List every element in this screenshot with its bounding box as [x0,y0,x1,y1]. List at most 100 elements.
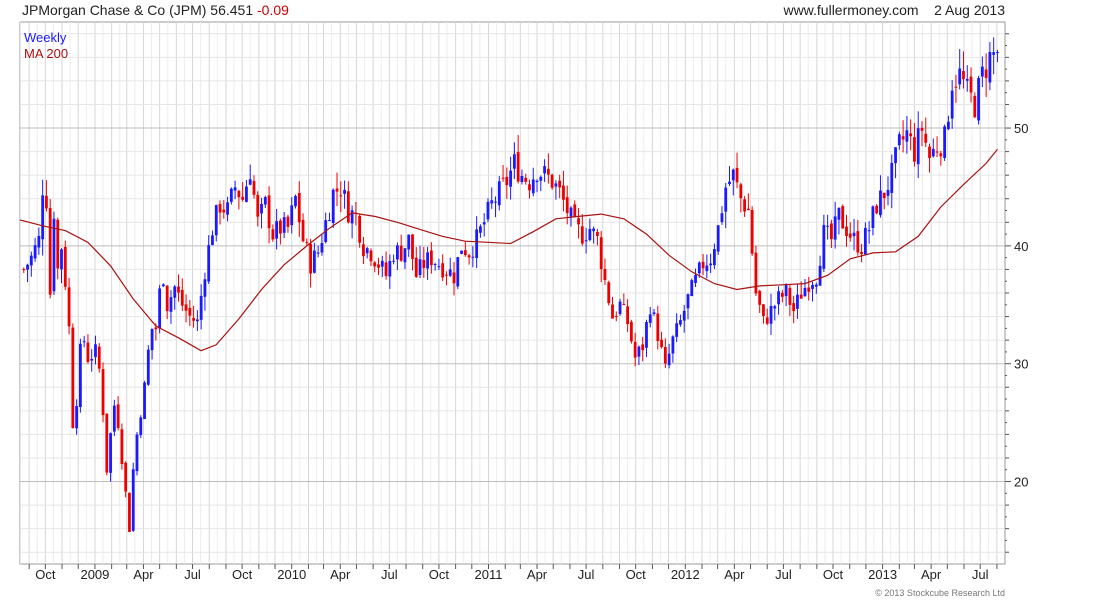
candle-body [599,237,603,270]
candle-body [162,284,165,287]
candle-body [992,52,996,55]
candle-body [48,208,52,295]
candle-body [116,404,120,429]
candle-body [531,179,535,194]
candle-body [833,216,837,240]
candle-body [395,245,399,260]
candle-body [78,343,82,407]
candle-body [826,225,830,227]
candle-body [188,307,192,316]
candle-body [739,184,743,199]
candle-body [124,462,128,492]
candle-body [965,78,969,81]
candle-body [29,255,33,266]
candle-body [433,264,437,266]
x-axis-tick-label: Jul [381,567,398,582]
candle-body [679,320,682,325]
x-axis-tick-label: 2012 [671,567,700,582]
candle-body [728,181,731,184]
candle-body [312,250,316,273]
candle-body [558,180,562,188]
candle-body [984,69,988,78]
candle-body [143,382,146,420]
candle-body [856,231,860,253]
candle-body [660,339,663,348]
candle-body [135,434,139,472]
candle-body [716,225,720,252]
candle-body [686,294,690,309]
candle-body [648,314,652,323]
candle-body [822,224,826,269]
candle-body [309,243,312,274]
candle-body [618,301,622,314]
candle-body [535,180,539,183]
candle-body [437,266,441,268]
candle-body [682,310,686,321]
candle-body [550,174,554,188]
candle-body [584,240,588,242]
x-axis-tick-label: Apr [133,567,154,582]
candle-body [958,68,962,85]
candle-body [229,188,233,202]
candle-body [267,195,271,229]
candle-body [886,189,890,196]
candle-body [128,492,131,532]
candle-body [735,167,739,183]
candle-body [509,170,513,187]
candle-body [184,304,188,311]
candle-body [169,297,173,312]
candle-body [524,177,528,182]
candle-body [422,259,426,268]
candle-body [569,207,573,217]
candle-body [694,274,697,284]
candle-body [701,261,705,269]
candle-body [165,285,169,312]
candle-body [475,229,479,259]
price-chart: 20 30 40 50 Oct 2009 Apr Jul Oct 2010 Apr Jul Oct 201… [19,21,1028,598]
candle-body [139,417,143,436]
x-axis-tick-label: Apr [724,567,745,582]
x-axis-tick-label: 2009 [80,567,109,582]
x-axis-tick-label: Jul [578,567,595,582]
candle-body [973,95,977,118]
candle-body [954,86,958,88]
candle-body [950,90,954,119]
candle-body [180,289,184,306]
candle-body [192,318,196,321]
candle-body [882,192,886,199]
candle-body [112,405,116,432]
candle-body [45,195,48,209]
candle-body [762,304,765,317]
candle-body [173,286,177,298]
x-axis-tick-label: 2010 [277,567,306,582]
candle-body [852,232,856,237]
candle-body [131,469,135,531]
candle-body [743,199,746,212]
candle-body [316,252,320,254]
candle-body [56,219,60,269]
candle-body [894,147,897,164]
candle-body [233,187,237,191]
candle-body [414,257,418,277]
candle-body [252,180,256,195]
candle-body [328,220,331,222]
candle-body [456,257,460,287]
candle-body [365,248,369,254]
candle-body [962,71,965,80]
candle-body [946,121,950,130]
candle-body [101,369,105,416]
candle-body [245,186,248,202]
candle-body [697,262,701,274]
candle-body [641,344,645,351]
candle-body [448,269,452,276]
candle-body [675,323,679,337]
candle-body [920,127,924,131]
candle-body [897,134,901,146]
candle-body [539,176,543,181]
candle-body [150,328,154,351]
candle-body [746,208,750,211]
x-axis-tick-label: Oct [232,567,253,582]
candle-body [429,250,433,266]
candle-body [494,201,497,203]
candle-body [565,197,569,214]
